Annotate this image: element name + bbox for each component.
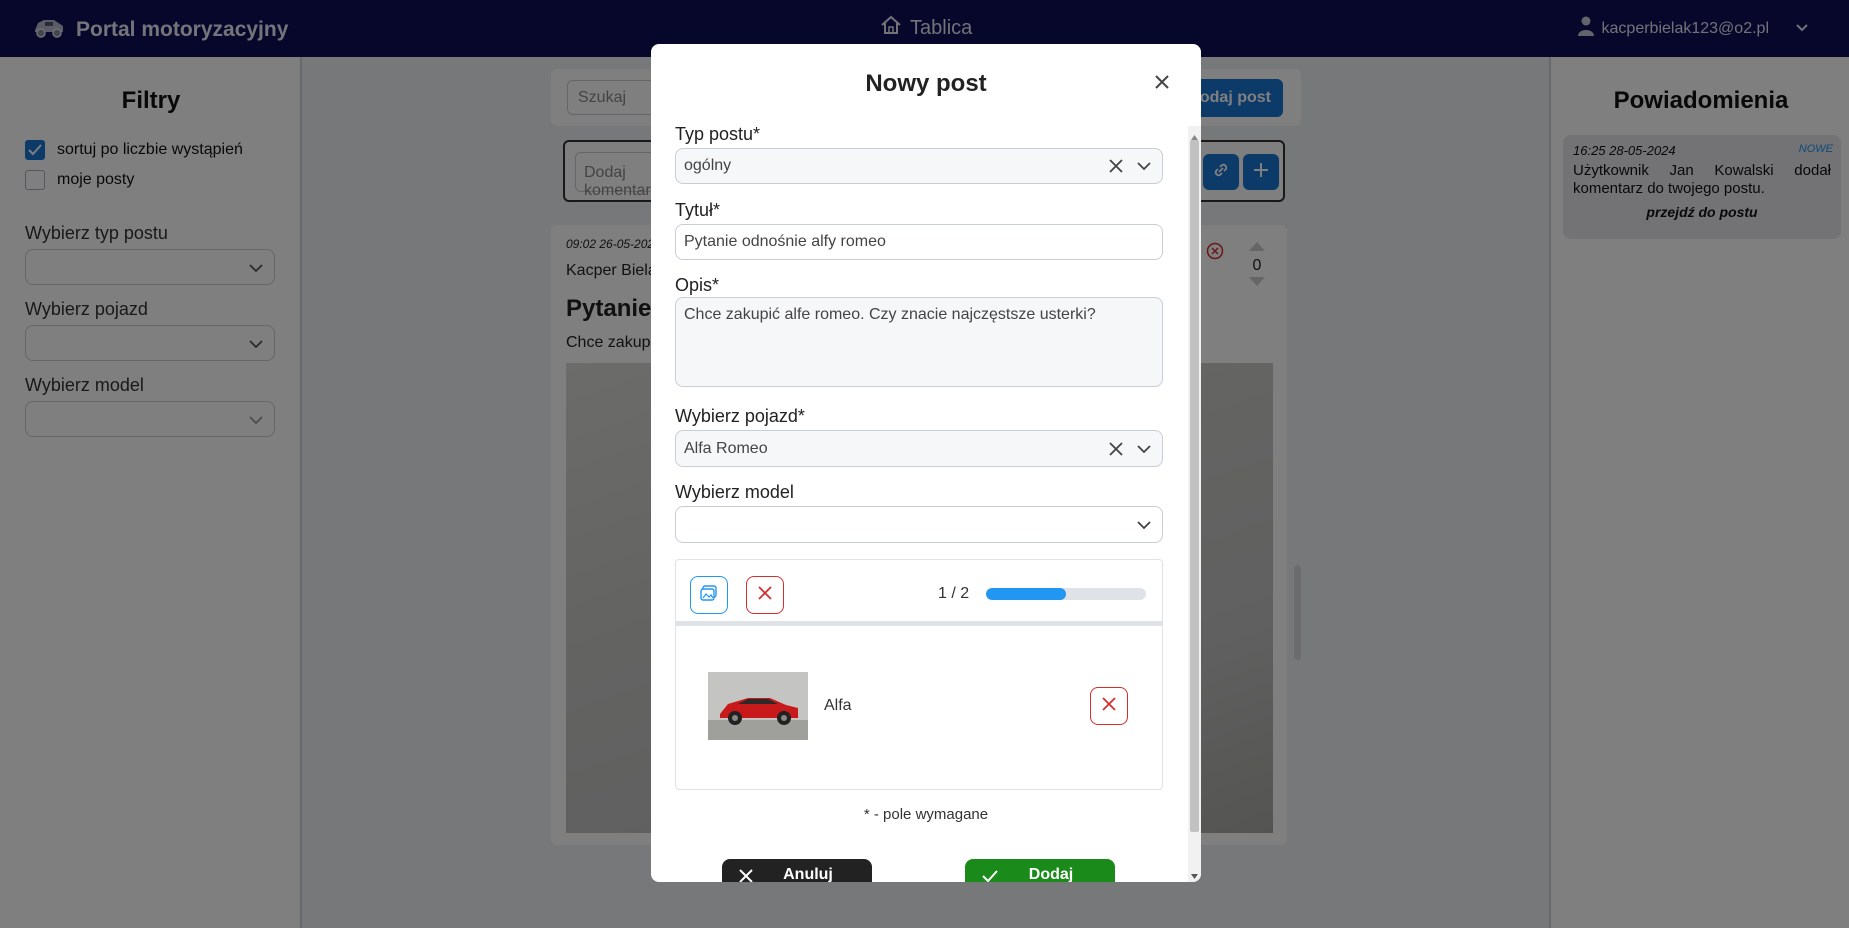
upload-progress-fill xyxy=(986,588,1066,600)
close-icon[interactable] xyxy=(1151,71,1173,93)
post-type-value: ogólny xyxy=(684,157,732,174)
title-input[interactable]: Pytanie odnośnie alfy romeo xyxy=(675,224,1163,260)
add-button[interactable]: Dodaj xyxy=(965,859,1115,882)
image-upload: 1 / 2 Alfa xyxy=(675,559,1163,790)
title-label: Tytuł* xyxy=(675,200,721,220)
add-label: Dodaj xyxy=(1028,866,1074,882)
upload-count: 1 / 2 xyxy=(938,585,970,602)
vehicle-value: Alfa Romeo xyxy=(684,439,768,457)
file-name: Alfa xyxy=(824,697,852,714)
scroll-up-arrow-icon[interactable] xyxy=(1190,128,1199,146)
title-value: Pytanie odnośnie alfy romeo xyxy=(684,233,886,250)
image-icon xyxy=(700,584,718,606)
remove-file-button[interactable] xyxy=(1090,687,1128,725)
new-post-modal: Nowy post Typ postu* ogólny Tytuł* Pytan… xyxy=(651,44,1201,882)
chevron-down-icon[interactable] xyxy=(1136,441,1152,462)
close-icon xyxy=(1101,696,1117,717)
chevron-down-icon[interactable] xyxy=(1136,517,1152,538)
description-value: Chce zakupić alfe romeo. Czy znacie najc… xyxy=(684,306,1096,323)
modal-scroll-thumb[interactable] xyxy=(1190,140,1199,832)
required-fields-note: * - pole wymagane xyxy=(863,806,989,823)
post-type-select[interactable]: ogólny xyxy=(675,148,1163,184)
model-select[interactable] xyxy=(675,506,1163,543)
post-type-label: Typ postu* xyxy=(675,124,761,144)
modal-title: Nowy post xyxy=(865,70,987,97)
model-label: Wybierz model xyxy=(675,482,794,502)
file-thumbnail xyxy=(708,672,808,740)
upload-progress-bar xyxy=(986,588,1146,600)
clear-icon[interactable] xyxy=(1108,158,1124,179)
close-icon xyxy=(757,585,773,606)
upload-toolbar: 1 / 2 xyxy=(676,560,1162,626)
choose-image-button[interactable] xyxy=(690,576,728,614)
vehicle-label: Wybierz pojazd* xyxy=(675,406,805,426)
vehicle-select[interactable]: Alfa Romeo xyxy=(675,430,1163,467)
clear-images-button[interactable] xyxy=(746,576,784,614)
clear-icon[interactable] xyxy=(1108,441,1124,462)
chevron-down-icon[interactable] xyxy=(1136,158,1152,179)
scroll-down-arrow-icon[interactable] xyxy=(1190,868,1199,882)
cancel-button[interactable]: Anuluj xyxy=(722,859,872,882)
cancel-label: Anuluj xyxy=(783,866,833,882)
description-label: Opis* xyxy=(675,275,720,295)
description-textarea[interactable]: Chce zakupić alfe romeo. Czy znacie najc… xyxy=(675,297,1163,387)
